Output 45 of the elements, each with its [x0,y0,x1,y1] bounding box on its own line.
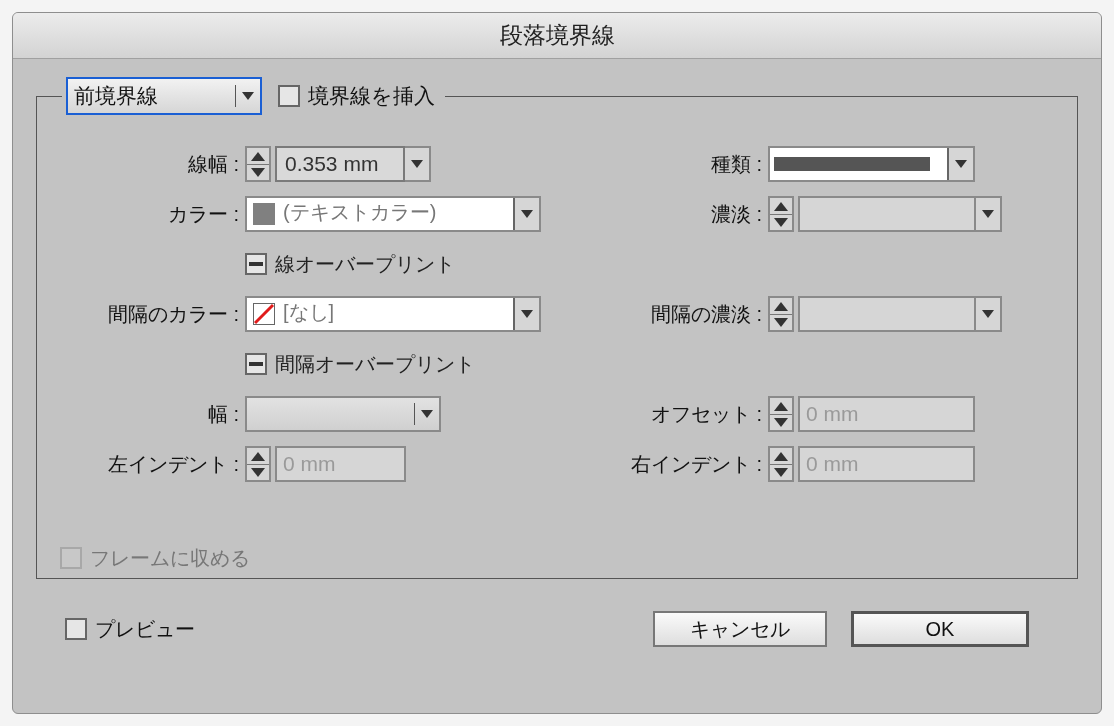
caret-icon [421,409,433,419]
dropdown-arrow-button[interactable] [976,196,1002,232]
stepper-arrows[interactable] [245,446,271,482]
field-label: カラー : [167,202,239,227]
field-label: オフセット : [650,402,762,427]
stepper-arrows[interactable] [245,146,271,182]
checkbox[interactable] [245,353,267,375]
checkbox-label: 線オーバープリント [275,252,455,277]
stepper-arrows[interactable] [768,296,794,332]
dropdown-arrow-button[interactable] [976,296,1002,332]
caret-icon [521,309,533,319]
preview-label: プレビュー [95,617,195,642]
stepper-arrows[interactable] [768,396,794,432]
checkbox[interactable] [278,85,300,107]
field-label: 濃淡 : [710,202,762,227]
field-label: 右インデント : [630,452,762,477]
checkbox-label: 間隔オーバープリント [275,352,475,377]
dropdown[interactable] [245,396,441,432]
caret-icon [955,159,967,169]
stroke-type-dropdown[interactable] [768,146,975,182]
color-dropdown[interactable]: (テキストカラー) [245,196,541,232]
fit-to-frame-label: フレームに収める [90,546,250,571]
checkbox[interactable] [65,618,87,640]
field-label: 左インデント : [107,452,239,477]
dropdown-arrow-button[interactable] [405,146,431,182]
caret-icon [242,91,254,101]
combo-field[interactable]: 0.353 mm [275,146,405,182]
caret-icon [521,209,533,219]
rule-type-dropdown[interactable]: 前境界線 [66,77,262,115]
field-label: 線幅 : [187,152,239,177]
insert-rule-label: 境界線を挿入 [308,83,435,110]
field-label: 種類 : [710,152,762,177]
field-label: 間隔のカラー : [107,302,239,327]
stepper-arrows[interactable] [768,446,794,482]
caret-icon [982,309,994,319]
stepper-arrows[interactable] [768,196,794,232]
field-label: 間隔の濃淡 : [650,302,762,327]
caret-icon [411,159,423,169]
checkbox[interactable] [245,253,267,275]
window-title: 段落境界線 [499,21,615,51]
ok-button[interactable]: OK [851,611,1029,647]
caret-icon [982,209,994,219]
color-dropdown[interactable]: [なし] [245,296,541,332]
cancel-button[interactable]: キャンセル [653,611,827,647]
field-label: 幅 : [207,402,239,427]
